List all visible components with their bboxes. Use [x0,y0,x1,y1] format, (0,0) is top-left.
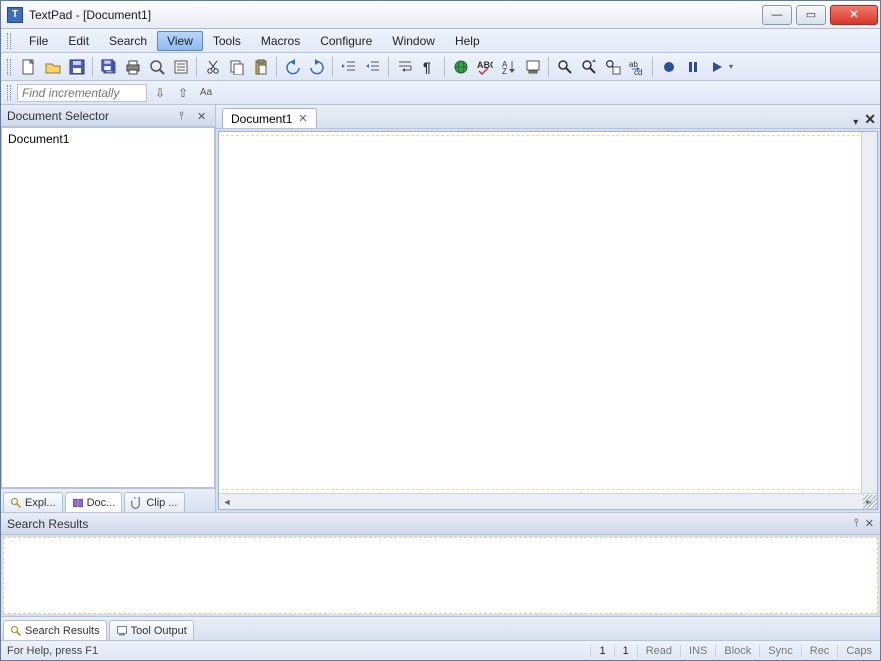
menu-configure[interactable]: Configure [310,31,382,51]
vertical-scrollbar[interactable] [861,132,877,493]
search-results-panel: Search Results ⫯ ✕ Search ResultsTool Ou… [1,512,880,640]
editor-textarea[interactable] [221,135,875,490]
bottom-tab-search-results[interactable]: Search Results [3,620,107,640]
tab-dropdown-icon[interactable]: ▾ [853,117,858,128]
editor: ◄ ► [218,131,878,510]
find-in-files-button[interactable] [602,56,624,78]
spell-button[interactable] [474,56,496,78]
redo-button[interactable] [306,56,328,78]
find-next-button[interactable] [578,56,600,78]
menu-help[interactable]: Help [445,31,490,51]
tab-close-icon[interactable]: ✕ [864,111,876,128]
statusbar: For Help, press F1 1 1 ReadINSBlockSyncR… [1,640,880,660]
status-caps: Caps [837,645,880,657]
findbar-grip[interactable] [7,85,11,101]
menu-view[interactable]: View [157,31,203,51]
close-panel-icon[interactable]: ✕ [865,517,874,530]
save-all-button[interactable] [98,56,120,78]
resize-grip[interactable] [863,495,877,509]
pin-icon[interactable]: ⫯ [854,517,859,530]
findbar: ⇩ ⇧ Aa [1,81,880,105]
outdent-button[interactable] [362,56,384,78]
editor-area: Document1✕ ▾ ✕ ◄ ► [216,105,880,512]
properties-button[interactable] [170,56,192,78]
cut-button[interactable] [202,56,224,78]
bottom-tabs: Search ResultsTool Output [1,616,880,640]
search-results-header: Search Results ⫯ ✕ [1,513,880,535]
left-tab-doc[interactable]: Doc... [65,492,123,512]
menu-macros[interactable]: Macros [251,31,310,51]
status-line: 1 [590,645,613,657]
horizontal-scrollbar[interactable]: ◄ ► [219,493,877,509]
document-selector-title: Document Selector [7,109,109,123]
toolbar: ▾ [1,53,880,81]
find-prev-up-icon[interactable]: ⇧ [173,83,193,103]
search-results-body[interactable] [3,537,878,614]
close-button[interactable]: ✕ [830,5,878,25]
undo-button[interactable] [282,56,304,78]
app-icon: T [7,7,23,23]
menu-search[interactable]: Search [99,31,157,51]
status-sync: Sync [759,645,800,657]
tab-close-icon[interactable]: ✕ [298,112,307,125]
toolbar-grip[interactable] [7,59,11,75]
copy-button[interactable] [226,56,248,78]
window-title: TextPad - [Document1] [29,8,151,22]
document-list: Document1 [1,127,215,488]
document-tabs: Document1✕ ▾ ✕ [216,105,880,129]
match-case-icon[interactable]: Aa [196,83,216,103]
pin-icon[interactable]: ⫯ [179,110,191,122]
left-tab-expl[interactable]: Expl... [3,492,63,512]
bottom-tab-tool-output[interactable]: Tool Output [109,620,194,640]
document-selector-panel: Document Selector ⫯ ✕ Document1 Expl...D… [1,105,216,512]
new-button[interactable] [18,56,40,78]
status-read: Read [637,645,680,657]
save-button[interactable] [66,56,88,78]
menubar: FileEditSearchViewToolsMacrosConfigureWi… [1,29,880,53]
show-para-button[interactable] [418,56,440,78]
document-selector-header: Document Selector ⫯ ✕ [1,105,215,127]
status-block: Block [715,645,759,657]
document-list-item[interactable]: Document1 [2,128,214,150]
window-titlebar: T TextPad - [Document1] — ▭ ✕ [1,1,880,29]
document-tab[interactable]: Document1✕ [222,108,317,128]
status-ins: INS [680,645,715,657]
play-macro-button[interactable] [706,56,728,78]
close-panel-icon[interactable]: ✕ [197,110,209,122]
scroll-left-icon[interactable]: ◄ [219,495,235,509]
search-results-title: Search Results [7,517,88,531]
menu-edit[interactable]: Edit [58,31,99,51]
web-browser-button[interactable] [450,56,472,78]
indent-button[interactable] [338,56,360,78]
status-col: 1 [614,645,637,657]
menubar-grip[interactable] [7,33,11,49]
record-macro-button[interactable] [658,56,680,78]
open-button[interactable] [42,56,64,78]
replace-button[interactable] [626,56,648,78]
paste-button[interactable] [250,56,272,78]
menu-file[interactable]: File [19,31,58,51]
print-button[interactable] [122,56,144,78]
find-input[interactable] [17,84,147,102]
run-button[interactable] [522,56,544,78]
left-tabs: Expl...Doc...Clip ... [1,488,215,512]
menu-window[interactable]: Window [382,31,445,51]
status-help: For Help, press F1 [1,645,590,657]
status-rec: Rec [801,645,838,657]
toolbar-overflow[interactable]: ▾ [729,62,739,71]
word-wrap-button[interactable] [394,56,416,78]
pause-macro-button[interactable] [682,56,704,78]
sort-button[interactable] [498,56,520,78]
window-controls: — ▭ ✕ [760,5,880,25]
left-tab-clip[interactable]: Clip ... [124,492,184,512]
find-next-down-icon[interactable]: ⇩ [150,83,170,103]
minimize-button[interactable]: — [762,5,792,25]
find-button[interactable] [554,56,576,78]
maximize-button[interactable]: ▭ [796,5,826,25]
print-preview-button[interactable] [146,56,168,78]
menu-tools[interactable]: Tools [203,31,251,51]
